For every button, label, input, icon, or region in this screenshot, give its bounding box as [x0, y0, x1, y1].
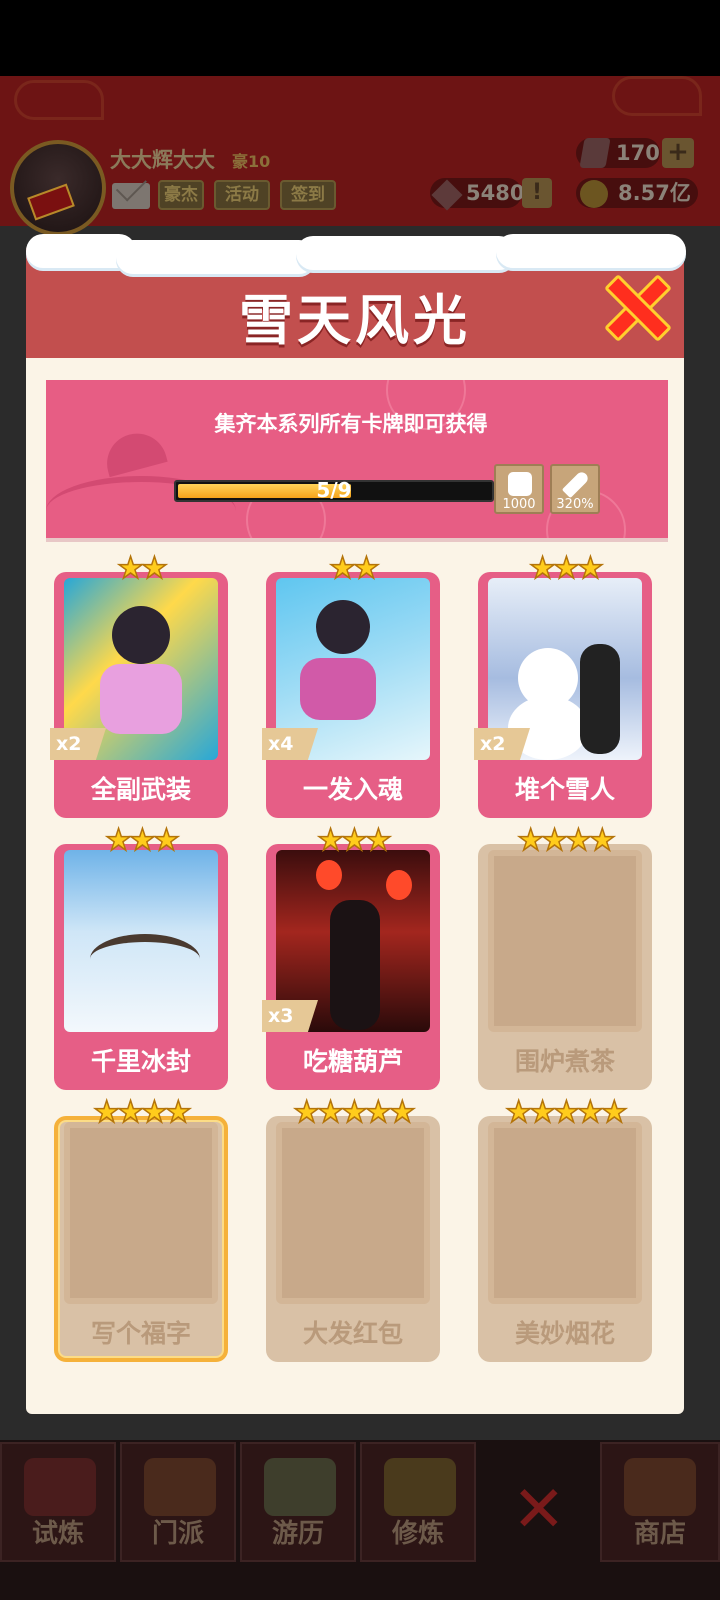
nav-label: 游历: [271, 1519, 324, 1549]
card-name: 围炉煮茶: [514, 1047, 615, 1076]
star-rating: ★★★: [104, 823, 180, 858]
progress-text: 5/9: [316, 478, 352, 502]
card-name: 大发红包: [302, 1319, 403, 1348]
snow-decoration: [496, 234, 686, 268]
card-name: 全副武装: [90, 775, 191, 804]
card-name: 堆个雪人: [514, 775, 615, 804]
blade-icon: [561, 469, 591, 499]
nav-travel[interactable]: 游历: [240, 1442, 356, 1562]
activity-button[interactable]: 活动: [214, 180, 270, 210]
status-bar: [0, 0, 720, 76]
collection-progress-bar: 5/9: [174, 478, 494, 502]
star-rating: ★★★★★: [293, 1095, 417, 1130]
reward-blade[interactable]: 320%: [550, 464, 600, 514]
shop-icon: [624, 1458, 696, 1516]
card-red-envelope[interactable]: 大发红包 ★★★★★: [266, 1097, 440, 1362]
bridge-icon: [90, 934, 200, 984]
card-name: 吃糖葫芦: [302, 1047, 403, 1076]
gem-icon: [579, 138, 611, 168]
close-icon[interactable]: ✕: [512, 1478, 566, 1542]
seal-icon: [27, 183, 75, 221]
lantern-icon: [386, 870, 412, 900]
modal-title: 雪天风光: [239, 289, 471, 352]
star-rating: ★★★: [528, 551, 604, 586]
signin-button[interactable]: 签到: [280, 180, 336, 210]
book-icon: [384, 1458, 456, 1516]
nav-label: 修炼: [391, 1519, 444, 1549]
close-button[interactable]: [604, 274, 666, 336]
modal-header: 雪天风光: [26, 234, 686, 358]
card-name: 一发入魂: [302, 775, 403, 804]
dice-icon: [508, 472, 532, 496]
heroes-button[interactable]: 豪杰: [158, 180, 204, 210]
nav-cultivate[interactable]: 修炼: [360, 1442, 476, 1562]
card-placeholder: [488, 1122, 642, 1304]
nav-shop[interactable]: 商店: [600, 1442, 720, 1562]
banner-text: 集齐本系列所有卡牌即可获得: [214, 412, 488, 436]
card-name: 写个福字: [90, 1319, 191, 1348]
reward-label: 320%: [556, 497, 594, 512]
character-head: [316, 600, 370, 654]
cloud-ornament: [612, 76, 702, 116]
character-head: [112, 606, 170, 664]
reward-dice[interactable]: 1000: [494, 464, 544, 514]
character-body: [100, 664, 182, 734]
card-write-fu[interactable]: 写个福字 ★★★★: [54, 1097, 228, 1362]
mountain-icon: [264, 1458, 336, 1516]
card-fireworks[interactable]: 美妙烟花 ★★★★★: [478, 1097, 652, 1362]
nav-sect[interactable]: 门派: [120, 1442, 236, 1562]
card-placeholder: [64, 1122, 218, 1304]
set-reward-banner: 集齐本系列所有卡牌即可获得 5/9 1000 320%: [46, 380, 668, 542]
mail-icon[interactable]: [112, 183, 150, 209]
nav-label: 门派: [151, 1519, 204, 1549]
player-name: 大大辉大大: [110, 148, 215, 172]
star-rating: ★★: [328, 551, 380, 586]
star-rating: ★★: [116, 551, 168, 586]
card-full-armor[interactable]: x2 全副武装 ★★: [50, 553, 228, 818]
snow-decoration: [116, 240, 316, 274]
add-gems-button[interactable]: +: [662, 138, 694, 168]
character-figure: [580, 644, 620, 754]
card-frozen-land[interactable]: 千里冰封 ★★★: [54, 825, 228, 1090]
card-placeholder: [488, 850, 642, 1032]
card-tea-by-stove[interactable]: 围炉煮茶 ★★★★: [478, 825, 652, 1090]
nav-label: 商店: [633, 1519, 686, 1549]
snow-decoration: [296, 236, 516, 270]
card-name: 美妙烟花: [514, 1319, 615, 1348]
card-name: 千里冰封: [90, 1047, 191, 1076]
star-rating: ★★★★: [516, 823, 616, 858]
coin-icon: [580, 180, 608, 208]
vip-level: 豪10: [232, 152, 271, 171]
cloud-ornament: [14, 80, 104, 120]
nav-label: 试炼: [31, 1519, 84, 1549]
collection-modal: 雪天风光 集齐本系列所有卡牌即可获得 5/9 1000 320% x2 全副武装: [26, 234, 686, 1414]
card-art: [64, 850, 218, 1032]
card-snowman[interactable]: x2 堆个雪人 ★★★: [474, 553, 652, 818]
card-placeholder: [276, 1122, 430, 1304]
nav-trial[interactable]: 试炼: [0, 1442, 116, 1562]
star-rating: ★★★★: [92, 1095, 192, 1130]
star-rating: ★★★★★: [505, 1095, 629, 1130]
gate-icon: [144, 1458, 216, 1516]
player-avatar[interactable]: [10, 140, 106, 236]
card-candied-haws[interactable]: x3 吃糖葫芦 ★★★: [262, 825, 440, 1090]
scroll-icon: [24, 1458, 96, 1516]
crystal-info-button[interactable]: !: [522, 178, 552, 208]
character-body: [300, 658, 376, 720]
card-one-shot[interactable]: x4 一发入魂 ★★: [262, 553, 440, 818]
lantern-icon: [316, 860, 342, 890]
character-figure: [330, 900, 380, 1030]
star-rating: ★★★: [316, 823, 392, 858]
reward-label: 1000: [502, 497, 536, 512]
